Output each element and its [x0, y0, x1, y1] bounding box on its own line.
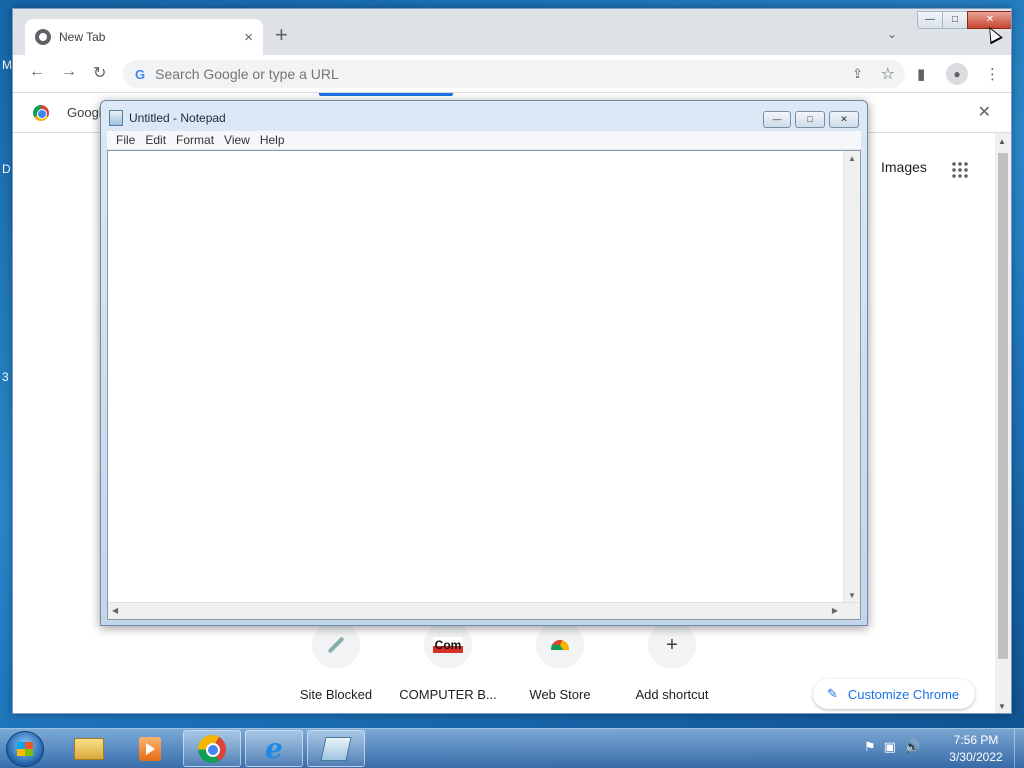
menu-view[interactable]: View: [224, 133, 250, 147]
notepad-edit-area[interactable]: ▲ ▼ ◀ ▶: [107, 150, 861, 620]
taskbar-notepad[interactable]: [307, 730, 365, 767]
omnibox[interactable]: G ⇪ ☆: [123, 60, 905, 88]
customize-chrome-button[interactable]: ✎ Customize Chrome: [813, 679, 976, 709]
shortcut-site-blocked[interactable]: Site Blocked: [280, 621, 392, 702]
infobar-close-icon[interactable]: ✕: [978, 102, 991, 122]
page-scrollbar[interactable]: ▲ ▼: [995, 133, 1011, 713]
web-store-icon: [551, 640, 569, 650]
scroll-down-icon[interactable]: ▼: [998, 702, 1006, 711]
infobar-text: Googl: [67, 105, 102, 120]
menu-help[interactable]: Help: [260, 133, 285, 147]
chrome-logo-icon: [33, 105, 49, 121]
shortcut-tile: [536, 621, 584, 669]
system-tray: ⚑ ▣ 🔊: [864, 739, 920, 755]
scroll-down-icon[interactable]: ▼: [848, 591, 856, 600]
notepad-vertical-scrollbar[interactable]: ▲ ▼: [843, 151, 860, 603]
shortcut-web-store[interactable]: Web Store: [504, 621, 616, 702]
clock-date: 3/30/2022: [949, 750, 1003, 764]
shortcut-tile: [312, 621, 360, 669]
customize-label: Customize Chrome: [847, 686, 960, 702]
tab-title: New Tab: [59, 30, 106, 44]
taskbar-internet-explorer[interactable]: e: [245, 730, 303, 767]
action-center-flag-icon[interactable]: ⚑: [864, 739, 876, 755]
scroll-up-icon[interactable]: ▲: [998, 137, 1006, 146]
shortcut-label: Site Blocked: [299, 687, 373, 702]
plus-icon: +: [648, 621, 696, 669]
taskbar-file-explorer[interactable]: [60, 730, 118, 767]
site-blocked-icon: [327, 636, 345, 654]
reload-icon[interactable]: ↻: [93, 63, 106, 83]
desktop-icon-label: D: [2, 162, 11, 176]
shortcut-label: Add shortcut: [635, 687, 709, 702]
maximize-button[interactable]: □: [942, 11, 968, 29]
minimize-button[interactable]: —: [917, 11, 943, 29]
notepad-maximize-button[interactable]: □: [795, 111, 825, 128]
notepad-title-bar[interactable]: Untitled - Notepad: [109, 110, 226, 126]
taskbar-media-player[interactable]: [121, 730, 179, 767]
shortcut-add[interactable]: + Add shortcut: [616, 621, 728, 702]
images-link[interactable]: Images: [881, 159, 927, 175]
network-icon[interactable]: ▣: [884, 739, 896, 755]
start-button[interactable]: [6, 731, 44, 767]
notepad-minimize-button[interactable]: —: [763, 111, 791, 128]
shortcut-label: COMPUTER B...: [399, 687, 497, 702]
notepad-document-text[interactable]: [114, 153, 834, 593]
side-panel-icon[interactable]: ▮: [917, 65, 925, 83]
profile-avatar[interactable]: ●: [946, 63, 968, 85]
notepad-icon: [109, 110, 123, 126]
bookmark-star-icon[interactable]: ☆: [881, 64, 895, 84]
taskbar-chrome[interactable]: [183, 730, 241, 767]
tab-new-tab[interactable]: New Tab ×: [25, 19, 263, 55]
menu-format[interactable]: Format: [176, 133, 214, 147]
scroll-right-icon[interactable]: ▶: [832, 606, 838, 615]
clock[interactable]: 7:56 PM 3/30/2022: [940, 732, 1012, 766]
notepad-window: Untitled - Notepad — □ ✕ File Edit Forma…: [100, 100, 868, 626]
google-g-icon: G: [135, 66, 146, 82]
loading-progress: [319, 93, 453, 96]
taskbar: e ⚑ ▣ 🔊 7:56 PM 3/30/2022: [0, 728, 1024, 768]
tab-search-icon[interactable]: ⌄: [887, 27, 897, 41]
notepad-close-button[interactable]: ✕: [829, 111, 859, 128]
chrome-favicon-icon: [35, 29, 51, 45]
computer-site-icon: Com: [432, 637, 464, 653]
forward-icon[interactable]: →: [61, 63, 77, 81]
notepad-menu-bar: File Edit Format View Help: [107, 131, 861, 149]
internet-explorer-icon: e: [265, 731, 283, 765]
browser-toolbar: ← → ↻ G ⇪ ☆ ▮ ● ⋮: [13, 55, 1011, 93]
notepad-title: Untitled - Notepad: [129, 111, 226, 125]
clock-time: 7:56 PM: [953, 733, 999, 747]
scrollbar-thumb[interactable]: [998, 153, 1008, 659]
address-input[interactable]: [155, 66, 796, 82]
google-apps-icon[interactable]: [951, 161, 969, 179]
menu-file[interactable]: File: [116, 133, 135, 147]
folder-icon: [74, 737, 104, 760]
menu-edit[interactable]: Edit: [145, 133, 166, 147]
desktop-icon-label: M: [2, 58, 12, 72]
scroll-left-icon[interactable]: ◀: [112, 606, 118, 615]
notepad-icon: [320, 736, 352, 761]
show-desktop-button[interactable]: [1014, 729, 1024, 768]
chrome-icon: [198, 734, 226, 763]
share-icon[interactable]: ⇪: [852, 66, 863, 82]
tab-close-icon[interactable]: ×: [244, 29, 253, 46]
back-icon[interactable]: ←: [29, 63, 45, 81]
tab-strip: New Tab × + ⌄ — □ ✕: [13, 9, 1011, 55]
pencil-icon: ✎: [827, 686, 838, 701]
desktop-icon-label: 3: [2, 370, 9, 384]
shortcut-tile: Com: [424, 621, 472, 669]
notepad-horizontal-scrollbar[interactable]: ◀ ▶: [108, 602, 860, 619]
shortcut-computer[interactable]: Com COMPUTER B...: [392, 621, 504, 702]
scroll-up-icon[interactable]: ▲: [848, 154, 856, 163]
media-player-icon: [139, 736, 161, 761]
new-tab-button[interactable]: +: [275, 24, 288, 46]
volume-icon[interactable]: 🔊: [904, 739, 920, 755]
shortcut-label: Web Store: [529, 687, 591, 702]
chrome-menu-icon[interactable]: ⋮: [985, 65, 1000, 83]
